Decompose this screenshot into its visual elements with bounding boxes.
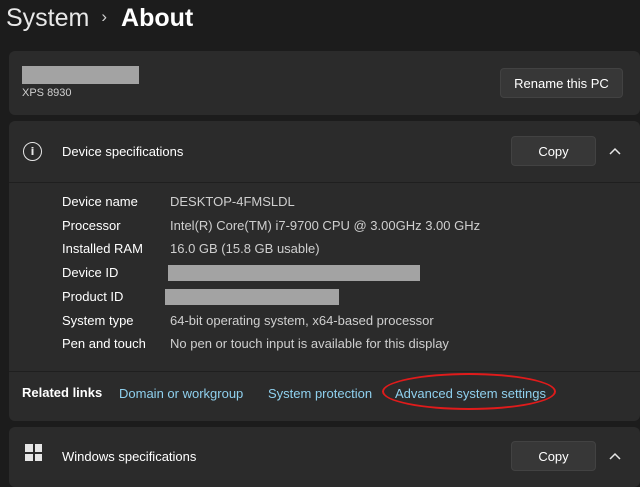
windows-specifications-title: Windows specifications	[62, 449, 197, 464]
pc-model: XPS 8930	[22, 87, 72, 99]
device-specifications-header[interactable]: i Device specifications Copy	[9, 121, 640, 183]
spec-label: Processor	[62, 218, 121, 233]
spec-row-device-id: Device ID	[9, 265, 640, 285]
spec-label: Pen and touch	[62, 336, 146, 351]
info-icon: i	[23, 142, 42, 161]
spec-label: Device name	[62, 194, 138, 209]
spec-label: Installed RAM	[62, 241, 143, 256]
spec-label: System type	[62, 313, 134, 328]
spec-row-device-name: Device name DESKTOP-4FMSLDL	[9, 194, 640, 214]
spec-row-product-id: Product ID	[9, 289, 640, 309]
device-specifications-title: Device specifications	[62, 144, 184, 159]
spec-row-pen-and-touch: Pen and touch No pen or touch input is a…	[9, 336, 640, 356]
spec-label: Product ID	[62, 289, 124, 304]
rename-pc-button[interactable]: Rename this PC	[500, 68, 623, 98]
breadcrumb: System › About	[6, 0, 193, 36]
spec-row-system-type: System type 64-bit operating system, x64…	[9, 313, 640, 333]
spec-value: 64-bit operating system, x64-based proce…	[170, 313, 434, 328]
breadcrumb-parent[interactable]: System	[6, 4, 89, 33]
domain-or-workgroup-link[interactable]: Domain or workgroup	[119, 386, 243, 401]
spec-value: 16.0 GB (15.8 GB usable)	[170, 241, 320, 256]
windows-logo-icon	[25, 444, 42, 461]
copy-device-specs-button[interactable]: Copy	[511, 136, 596, 166]
windows-specifications-card[interactable]: Windows specifications Copy	[9, 427, 640, 487]
spec-label: Device ID	[62, 265, 119, 280]
spec-row-processor: Processor Intel(R) Core(TM) i7-9700 CPU …	[9, 218, 640, 238]
chevron-up-icon[interactable]	[607, 143, 623, 159]
related-links-title: Related links	[22, 385, 103, 400]
product-id-redacted	[165, 289, 339, 305]
pc-name-card: XPS 8930 Rename this PC	[9, 51, 640, 115]
copy-windows-specs-button[interactable]: Copy	[511, 441, 596, 471]
spec-value: DESKTOP-4FMSLDL	[170, 194, 295, 209]
spec-row-installed-ram: Installed RAM 16.0 GB (15.8 GB usable)	[9, 241, 640, 261]
page-title: About	[121, 3, 194, 32]
device-id-redacted	[168, 265, 420, 281]
device-specifications-card: i Device specifications Copy Device name…	[9, 121, 640, 421]
pc-name-redacted	[22, 66, 139, 84]
highlight-annotation	[382, 373, 556, 410]
breadcrumb-separator: ›	[101, 7, 108, 26]
chevron-up-icon[interactable]	[607, 448, 623, 464]
system-protection-link[interactable]: System protection	[268, 386, 372, 401]
spec-value: Intel(R) Core(TM) i7-9700 CPU @ 3.00GHz …	[170, 218, 481, 233]
spec-value: No pen or touch input is available for t…	[170, 336, 449, 351]
